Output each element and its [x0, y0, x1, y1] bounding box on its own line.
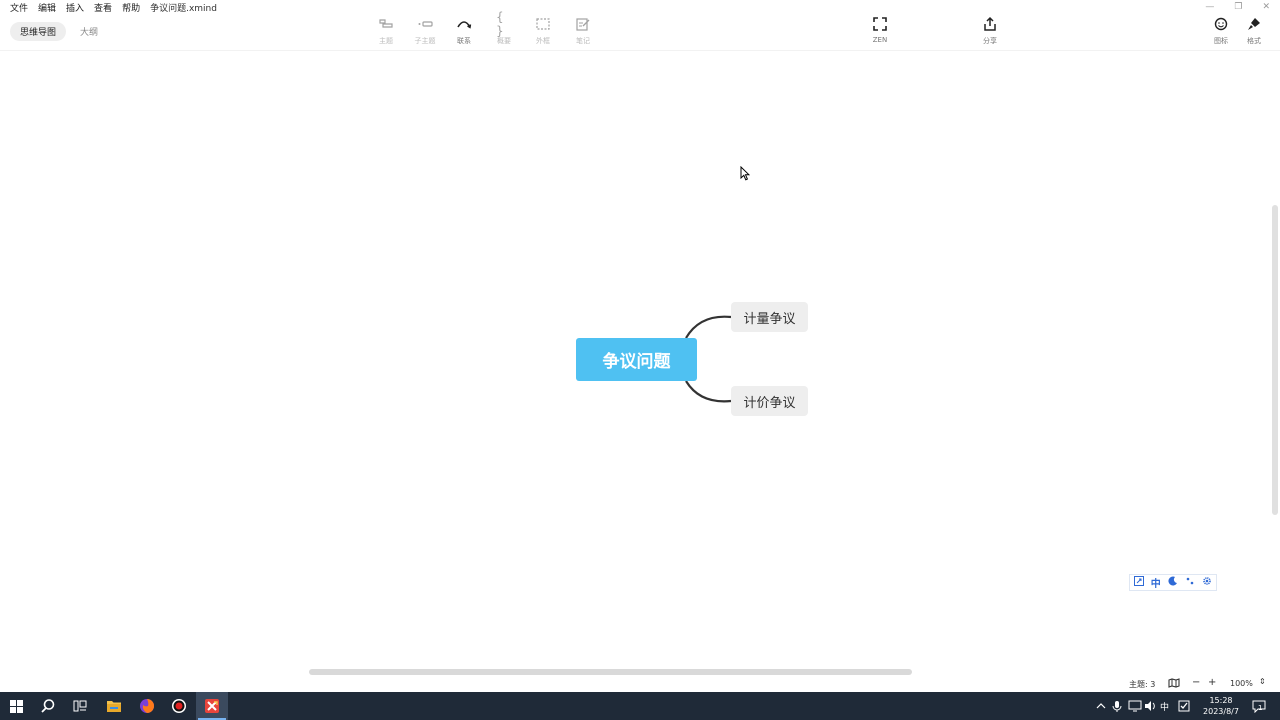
task-view-button[interactable] [64, 692, 96, 720]
tray-chevron-icon[interactable] [1096, 692, 1106, 720]
zen-button[interactable]: ZEN [860, 16, 900, 44]
central-topic[interactable]: 争议问题 [576, 338, 697, 381]
record-icon [172, 699, 186, 713]
connector-bottom [685, 380, 732, 403]
menu-bar: 文件 编辑 插入 查看 帮助 争议问题.xmind [0, 0, 217, 14]
vertical-scrollbar[interactable] [1272, 205, 1278, 515]
clock-time: 15:28 [1209, 696, 1233, 705]
zoom-level[interactable]: 100% [1230, 679, 1253, 688]
tab-outline[interactable]: 大纲 [70, 22, 108, 41]
firefox-icon [140, 699, 154, 713]
menu-help[interactable]: 帮助 [122, 1, 140, 14]
summary-button[interactable]: { } 概要 [484, 10, 524, 46]
topic-icon [378, 16, 394, 32]
notification-center-button[interactable]: 1 [1252, 692, 1266, 720]
task-view-icon [73, 700, 87, 712]
taskbar-file-explorer[interactable] [98, 692, 130, 720]
note-button[interactable]: 笔记 [563, 16, 603, 46]
share-icon [982, 16, 998, 32]
subtopic-button[interactable]: 子主题 [405, 16, 445, 46]
folder-icon [107, 701, 121, 712]
tab-mindmap[interactable]: 思维导图 [10, 22, 67, 41]
map-icon[interactable] [1168, 678, 1180, 690]
subtopic-node[interactable]: 计量争议 [731, 302, 808, 332]
note-label: 笔记 [576, 37, 590, 45]
windows-logo-icon [9, 699, 23, 713]
xmind-icon [205, 699, 219, 713]
relationship-button[interactable]: 联系 [444, 16, 484, 46]
volume-icon[interactable] [1144, 692, 1156, 720]
zoom-in-button[interactable]: + [1208, 677, 1216, 688]
xmind-window: 文件 编辑 插入 查看 帮助 争议问题.xmind — ❐ ✕ 思维导图 大纲 … [0, 0, 1280, 692]
format-panel-label: 格式 [1247, 37, 1261, 45]
document-title: 争议问题.xmind [150, 3, 217, 14]
ime-punctuation-icon[interactable] [1185, 576, 1195, 589]
horizontal-scrollbar[interactable] [309, 669, 912, 675]
boundary-label: 外框 [536, 37, 550, 45]
taskbar-recorder[interactable] [163, 692, 195, 720]
relationship-label: 联系 [457, 37, 471, 45]
format-panel-button[interactable]: 格式 [1234, 16, 1274, 46]
minimize-button[interactable]: — [1205, 2, 1214, 12]
subtopic-node[interactable]: 计价争议 [731, 386, 808, 416]
summary-braces-icon: { } [496, 10, 504, 38]
boundary-icon [535, 16, 551, 32]
ime-toolbar: 中 [1129, 574, 1217, 591]
share-button[interactable]: 分享 [970, 16, 1010, 46]
boundary-button[interactable]: 外框 [523, 16, 563, 46]
fullscreen-icon [872, 16, 888, 32]
menu-insert[interactable]: 插入 [66, 1, 84, 14]
search-icon [41, 699, 55, 713]
menu-edit[interactable]: 编辑 [38, 1, 56, 14]
menu-view[interactable]: 查看 [94, 1, 112, 14]
window-controls: — ❐ ✕ [1205, 2, 1270, 12]
topic-label: 主题 [379, 37, 393, 45]
ime-moon-icon[interactable] [1168, 576, 1178, 589]
toolbar-divider [0, 50, 1280, 51]
close-button[interactable]: ✕ [1262, 2, 1270, 12]
notification-badge: 1 [1258, 704, 1263, 712]
smiley-icon [1213, 16, 1229, 32]
zen-label: ZEN [872, 36, 888, 44]
taskbar-firefox[interactable] [131, 692, 163, 720]
menu-file[interactable]: 文件 [10, 1, 28, 14]
topic-button[interactable]: 主题 [366, 16, 406, 46]
brush-icon [1246, 16, 1262, 32]
zoom-out-button[interactable]: − [1192, 677, 1200, 688]
network-icon[interactable] [1128, 692, 1142, 720]
connector-top [685, 315, 732, 339]
icon-panel-label: 图标 [1214, 37, 1228, 45]
subtopic-label: 子主题 [414, 37, 436, 45]
zoom-dropdown[interactable]: ⇕ [1259, 677, 1266, 686]
status-bar: 主题: 3 − + 100% ⇕ [0, 676, 1280, 692]
mouse-cursor-icon [740, 166, 750, 181]
taskbar-clock[interactable]: 15:28 2023/8/7 [1196, 695, 1246, 717]
subtopic-icon [417, 16, 433, 32]
ime-language-toggle[interactable]: 中 [1151, 575, 1161, 590]
tray-ime-indicator[interactable]: 中 [1160, 692, 1169, 720]
search-button[interactable] [32, 692, 64, 720]
security-check-icon[interactable] [1178, 692, 1190, 720]
ime-expand-icon[interactable] [1133, 576, 1144, 589]
relationship-icon [456, 16, 472, 32]
microphone-icon[interactable] [1112, 692, 1122, 720]
share-label: 分享 [983, 37, 997, 45]
topic-count: 主题: 3 [1129, 680, 1156, 689]
ime-settings-icon[interactable] [1202, 576, 1212, 589]
restore-button[interactable]: ❐ [1234, 2, 1242, 12]
taskbar-xmind[interactable] [196, 692, 228, 720]
clock-date: 2023/8/7 [1203, 707, 1239, 716]
windows-taskbar: 中 15:28 2023/8/7 1 [0, 692, 1280, 720]
start-button[interactable] [0, 692, 32, 720]
view-tabs: 思维导图 大纲 [10, 22, 108, 41]
note-icon [575, 16, 591, 32]
